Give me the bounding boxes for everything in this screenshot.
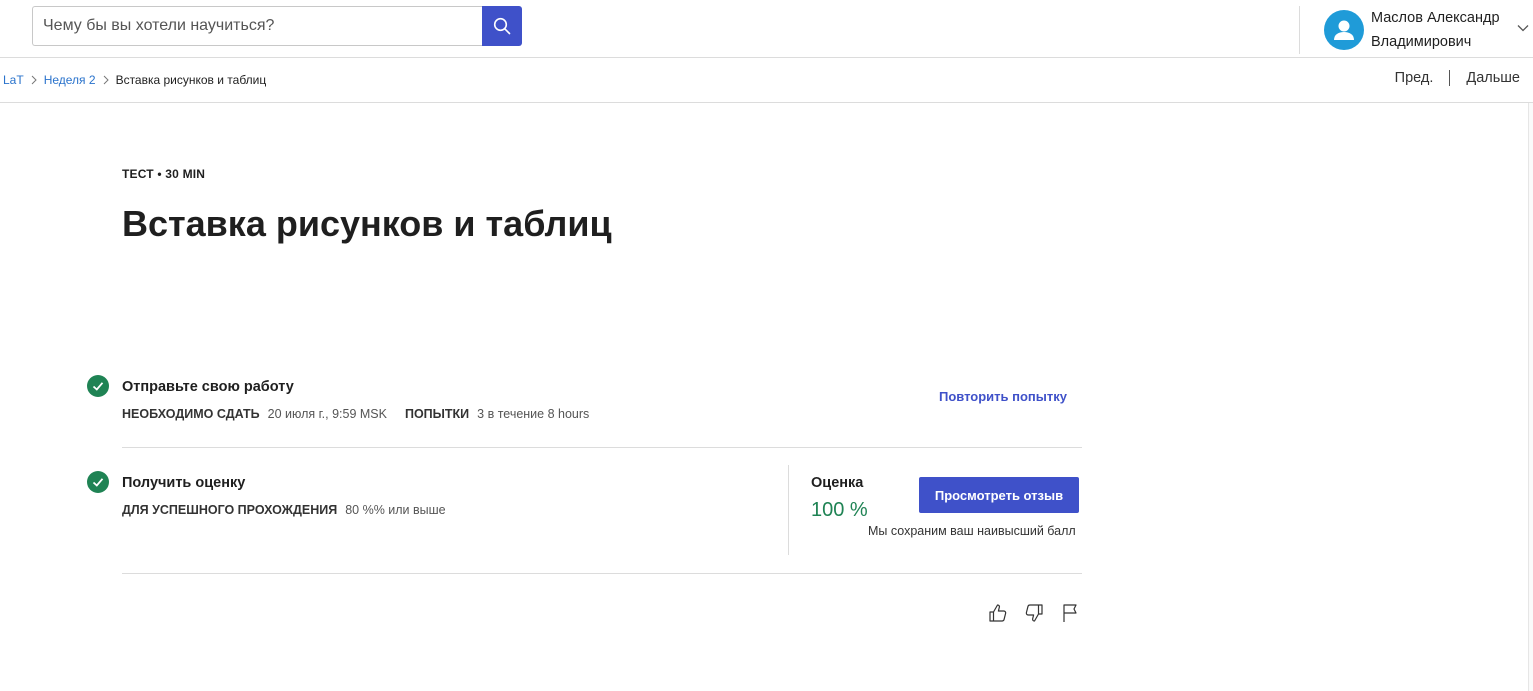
- feedback-actions: [986, 601, 1094, 625]
- search-icon: [493, 17, 511, 35]
- breadcrumb-bar: LaT Неделя 2 Вставка рисунков и таблиц П…: [0, 58, 1533, 103]
- attempts-value: 3 в течение 8 hours: [477, 407, 590, 421]
- grade-value: 100 %: [811, 499, 868, 521]
- scrollbar[interactable]: [1528, 103, 1533, 691]
- grade-label: Оценка: [811, 475, 864, 491]
- view-feedback-button[interactable]: Просмотреть отзыв: [919, 477, 1079, 513]
- user-name: Маслов Александр Владимирович: [1371, 10, 1500, 50]
- breadcrumb-week[interactable]: Неделя 2: [44, 73, 96, 87]
- next-link[interactable]: Дальше: [1466, 70, 1520, 86]
- grade-step-meta: ДЛЯ УСПЕШНОГО ПРОХОЖДЕНИЯ 80 %% или выше: [122, 503, 464, 517]
- breadcrumb-course[interactable]: LaT: [3, 73, 24, 87]
- submit-step-meta: НЕОБХОДИМО СДАТЬ 20 июля г., 9:59 MSK ПО…: [122, 407, 607, 421]
- chevron-down-icon[interactable]: [1517, 24, 1529, 32]
- due-label: НЕОБХОДИМО СДАТЬ: [122, 407, 260, 421]
- breadcrumb: LaT Неделя 2 Вставка рисунков и таблиц: [3, 73, 266, 87]
- search-button[interactable]: [482, 6, 522, 46]
- grade-step-title: Получить оценку: [122, 475, 246, 491]
- submit-step-title: Отправьте свою работу: [122, 379, 294, 395]
- prev-link[interactable]: Пред.: [1395, 70, 1434, 86]
- user-menu[interactable]: Маслов Александр Владимирович: [1324, 6, 1529, 54]
- attempts-label: ПОПЫТКИ: [404, 407, 470, 421]
- search-input[interactable]: [32, 6, 482, 46]
- pass-value: 80 %% или выше: [345, 503, 446, 517]
- best-score-note: Мы сохраним ваш наивысший балл: [868, 524, 1076, 538]
- item-meta: ТЕСТ • 30 MIN: [122, 167, 206, 181]
- due-value: 20 июля г., 9:59 MSK: [267, 407, 387, 421]
- header-divider: [1299, 6, 1300, 54]
- item-navigation: Пред. Дальше: [1395, 70, 1520, 86]
- check-icon: [87, 471, 109, 493]
- user-icon: [1334, 20, 1354, 40]
- vertical-divider: [788, 465, 789, 555]
- chevron-right-icon: [103, 75, 109, 85]
- search-bar: [32, 6, 522, 46]
- pass-label: ДЛЯ УСПЕШНОГО ПРОХОЖДЕНИЯ: [122, 503, 338, 517]
- top-header: Маслов Александр Владимирович: [0, 0, 1533, 58]
- chevron-right-icon: [31, 75, 37, 85]
- thumbs-down-icon[interactable]: [1022, 601, 1046, 625]
- page-title: Вставка рисунков и таблиц: [122, 203, 612, 244]
- thumbs-up-icon[interactable]: [986, 601, 1010, 625]
- retry-button[interactable]: Повторить попытку: [939, 389, 1067, 404]
- flag-icon[interactable]: [1058, 601, 1082, 625]
- nav-divider: [1449, 70, 1451, 86]
- divider: [122, 447, 1082, 448]
- breadcrumb-current: Вставка рисунков и таблиц: [115, 73, 267, 87]
- avatar: [1324, 10, 1364, 50]
- check-icon: [87, 375, 109, 397]
- divider: [122, 573, 1082, 574]
